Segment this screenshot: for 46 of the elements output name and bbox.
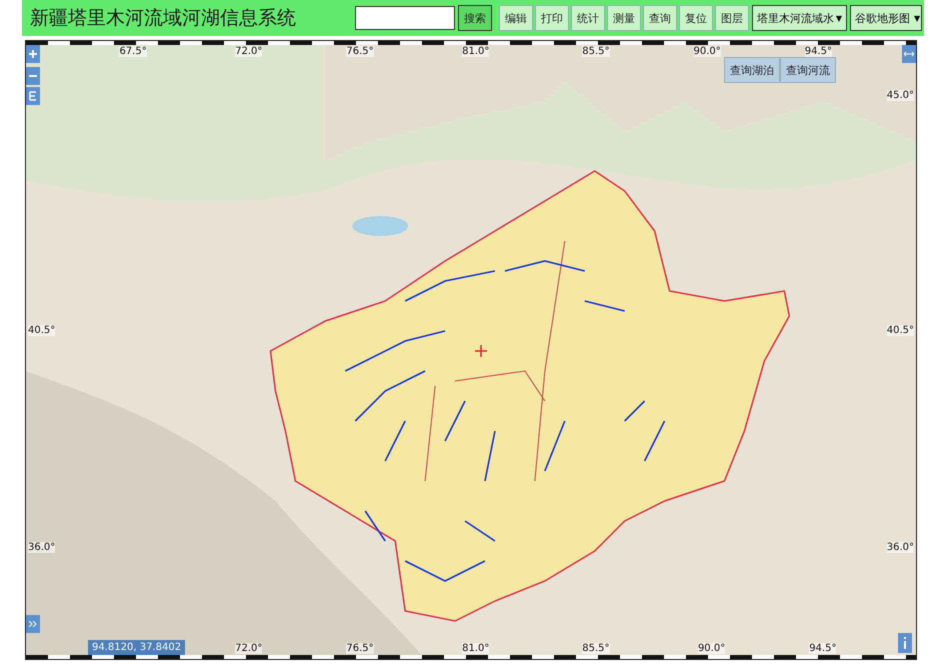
extent-button[interactable] <box>26 87 40 105</box>
graticule-label: 40.5° <box>28 325 56 336</box>
graticule-label: 94.5° <box>809 643 836 654</box>
coordinate-display: 94.8120, 37.8402 <box>88 640 186 655</box>
info-button[interactable] <box>898 633 912 653</box>
toolbar-button[interactable]: 图层 <box>714 5 749 31</box>
double-arrow-icon <box>904 51 914 57</box>
graticule-label: 81.0° <box>462 643 490 654</box>
zoom-out-button[interactable] <box>26 67 40 85</box>
toolbar-button[interactable]: 统计 <box>570 5 605 31</box>
layer-dropdown[interactable]: 塔里木河流域水 ▼ <box>752 5 847 31</box>
graticule-label: 36.0° <box>886 542 914 553</box>
graticule-label: 72.0° <box>235 46 262 57</box>
lake-shape <box>352 216 408 236</box>
toolbar-button[interactable]: 打印 <box>534 5 569 31</box>
graticule-label: 67.5° <box>119 46 147 57</box>
graticule-label: 72.0° <box>235 643 262 654</box>
extent-icon <box>29 91 37 101</box>
toolbar-button[interactable]: 测量 <box>606 5 641 31</box>
graticule-label: 36.0° <box>28 542 56 553</box>
graticule-label: 76.5° <box>346 46 374 57</box>
graticule-label: 85.5° <box>582 643 610 654</box>
expand-button[interactable] <box>902 45 916 63</box>
graticule-label: 90.0° <box>698 643 726 654</box>
search-button[interactable]: 搜索 <box>458 5 492 31</box>
graticule-label: 45.0° <box>886 90 914 102</box>
graticule-label: 90.0° <box>694 46 721 57</box>
zoom-in-button[interactable] <box>26 45 40 63</box>
query-button[interactable]: 查询湖泊 <box>724 57 780 83</box>
minus-icon <box>29 72 37 80</box>
search-field[interactable] <box>354 6 455 30</box>
graticule-label: 81.0° <box>462 46 490 57</box>
graticule-label: 40.5° <box>886 325 914 336</box>
panel-toggle-button[interactable] <box>26 615 40 633</box>
graticule-label: 94.5° <box>804 46 832 57</box>
graticule-label: 76.5° <box>346 643 374 654</box>
toolbar-button[interactable]: 编辑 <box>498 5 533 31</box>
chevron-icon <box>29 621 37 627</box>
layer-dropdown[interactable]: 谷歌地形图 ▼ <box>850 5 922 31</box>
graticule-label: 85.5° <box>582 46 610 57</box>
plus-icon <box>29 50 37 58</box>
query-button[interactable]: 查询河流 <box>780 57 836 83</box>
toolbar-button[interactable]: 查询 <box>642 5 677 31</box>
app-title: 新疆塔里木河流域河湖信息系统 <box>30 6 297 31</box>
info-icon <box>903 637 907 649</box>
toolbar-button[interactable]: 复位 <box>678 5 713 31</box>
